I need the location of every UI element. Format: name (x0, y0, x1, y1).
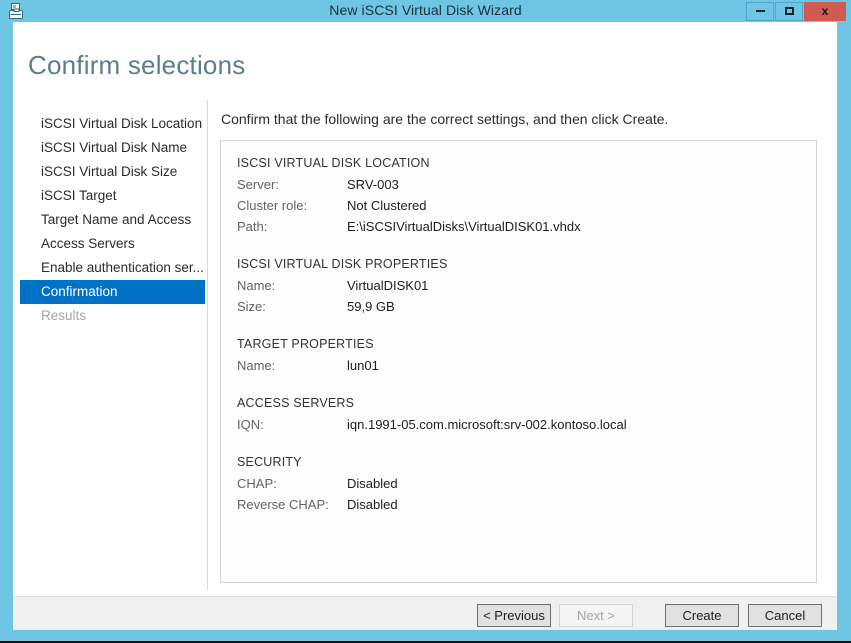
cancel-button[interactable]: Cancel (748, 604, 822, 627)
summary-section: TARGET PROPERTIES Name: lun01 (221, 334, 816, 376)
summary-section: ISCSI VIRTUAL DISK PROPERTIES Name: Virtua… (221, 254, 816, 317)
summary-row-value: E:\iSCSIVirtualDisks\VirtualDISK01.vhdx (347, 219, 581, 234)
sidebar-item-enable-authentication-ser[interactable]: Enable authentication ser... (20, 256, 205, 280)
summary-section: ACCESS SERVERS IQN: iqn.1991-05.com.micros… (221, 393, 816, 435)
summary-row: Server: SRV-003 (237, 174, 816, 195)
next-button: Next > (559, 604, 633, 627)
sidebar-item-iscsi-virtual-disk-location[interactable]: iSCSI Virtual Disk Location (20, 112, 205, 136)
wizard-client-area: Confirm selections iSCSI Virtual Disk Lo… (13, 22, 837, 618)
minimize-button[interactable] (746, 2, 774, 21)
page-title: Confirm selections (28, 50, 246, 80)
maximize-icon (784, 7, 794, 16)
summary-row-value: Disabled (347, 497, 398, 512)
summary-row-value: iqn.1991-05.com.microsoft:srv-002.kontos… (347, 417, 627, 432)
sidebar-item-target-name-and-access[interactable]: Target Name and Access (20, 208, 205, 232)
summary-row-label: Cluster role: (237, 198, 308, 213)
section-title: SECURITY (237, 455, 302, 469)
summary-row: Reverse CHAP: Disabled (237, 494, 816, 515)
instruction-text: Confirm that the following are the corre… (221, 111, 669, 127)
create-button[interactable]: Create (665, 604, 739, 627)
summary-row-label: Name: (237, 278, 276, 293)
summary-row-label: Reverse CHAP: (237, 497, 329, 512)
title-bar[interactable]: New iSCSI Virtual Disk Wizard x (0, 0, 851, 22)
section-title: TARGET PROPERTIES (237, 337, 374, 351)
summary-row-value: lun01 (347, 358, 379, 373)
summary-row: Name: VirtualDISK01 (237, 275, 816, 296)
summary-row-label: Server: (237, 177, 279, 192)
sidebar-item-confirmation[interactable]: Confirmation (20, 280, 205, 304)
summary-row: CHAP: Disabled (237, 473, 816, 494)
sidebar-item-access-servers[interactable]: Access Servers (20, 232, 205, 256)
window-title: New iSCSI Virtual Disk Wizard (329, 2, 522, 18)
confirmation-summary-panel: ISCSI VIRTUAL DISK LOCATION Server: SRV-00… (220, 140, 817, 583)
sidebar-item-results: Results (41, 308, 87, 323)
summary-row-label: IQN: (237, 417, 264, 432)
summary-row: Cluster role: Not Clustered (237, 195, 816, 216)
sidebar-item-iscsi-target[interactable]: iSCSI Target (20, 184, 205, 208)
summary-row-value: Disabled (347, 476, 398, 491)
sidebar-item-iscsi-virtual-disk-name[interactable]: iSCSI Virtual Disk Name (20, 136, 205, 160)
summary-row-label: Path: (237, 219, 268, 234)
sidebar-item-iscsi-virtual-disk-size[interactable]: iSCSI Virtual Disk Size (20, 160, 205, 184)
wizard-steps-nav: iSCSI Virtual Disk Location iSCSI Virtual… (13, 112, 207, 592)
summary-sections: ISCSI VIRTUAL DISK LOCATION Server: SRV-00… (221, 141, 816, 515)
main-content: Confirm that the following are the corre… (207, 100, 837, 600)
summary-row-label: Name: (237, 358, 276, 373)
summary-section: ISCSI VIRTUAL DISK LOCATION Server: SRV-00… (221, 153, 816, 237)
summary-row: Name: lun01 (237, 355, 816, 376)
section-title: ISCSI VIRTUAL DISK PROPERTIES (237, 257, 448, 271)
minimize-icon (755, 10, 765, 13)
summary-row-value: SRV-003 (347, 177, 399, 192)
wizard-footer: < Previous Next > Create Cancel (13, 596, 837, 630)
wizard-window: New iSCSI Virtual Disk Wizard x Confirm … (0, 0, 851, 641)
summary-row-value: VirtualDISK01 (347, 278, 429, 293)
summary-row: Size: 59,9 GB (237, 296, 816, 317)
section-title: ISCSI VIRTUAL DISK LOCATION (237, 156, 430, 170)
summary-section: SECURITY CHAP: Disabled Reverse CHAP: Disabl… (221, 452, 816, 515)
summary-row: Path: E:\iSCSIVirtualDisks\VirtualDISK01.… (237, 216, 816, 237)
previous-button[interactable]: < Previous (477, 604, 551, 627)
summary-row: IQN: iqn.1991-05.com.microsoft:srv-002.ko… (237, 414, 816, 435)
summary-row-value: 59,9 GB (347, 299, 395, 314)
maximize-button[interactable] (775, 2, 803, 21)
section-title: ACCESS SERVERS (237, 396, 355, 410)
summary-row-label: Size: (237, 299, 266, 314)
summary-row-label: CHAP: (237, 476, 277, 491)
summary-row-value: Not Clustered (347, 198, 427, 213)
close-button[interactable]: x (804, 2, 846, 21)
